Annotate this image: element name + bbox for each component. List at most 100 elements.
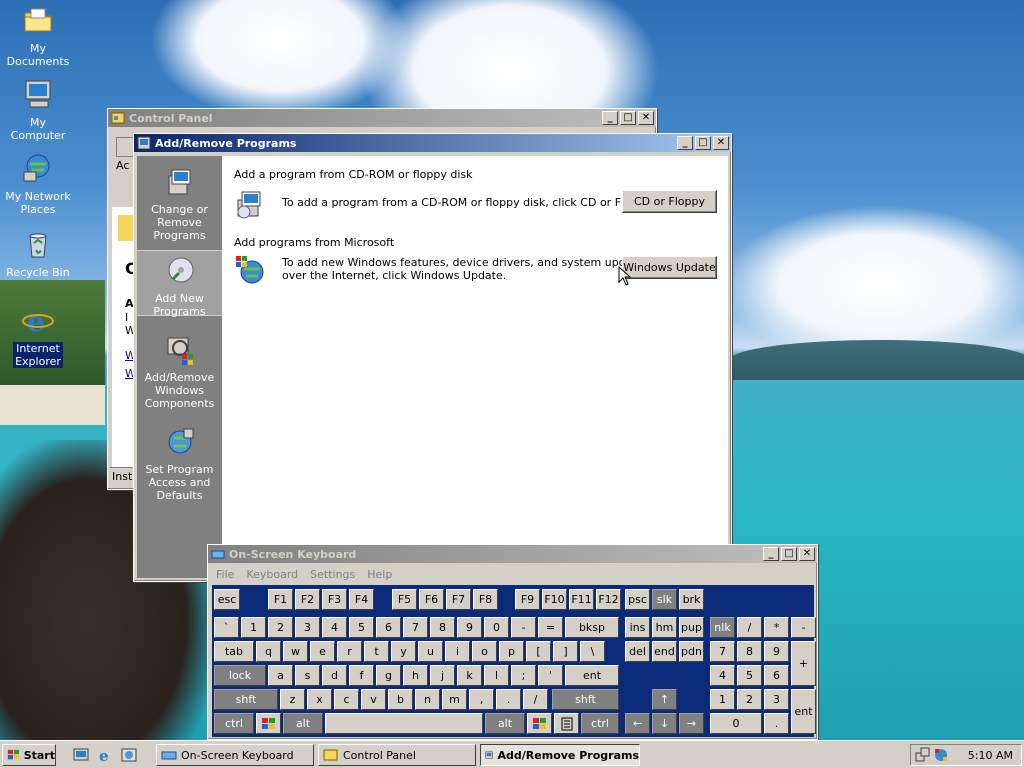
- key-q[interactable]: q: [256, 641, 281, 662]
- maximize-button[interactable]: □: [620, 111, 636, 125]
- key-num-6[interactable]: 6: [764, 665, 789, 686]
- key-left-arrow[interactable]: ←: [625, 713, 650, 734]
- key-page-down[interactable]: pdn: [679, 641, 704, 662]
- key-brk[interactable]: brk: [679, 589, 704, 610]
- minimize-button[interactable]: _: [602, 111, 618, 125]
- key-slk[interactable]: slk: [652, 589, 677, 610]
- key-left-alt[interactable]: alt: [283, 713, 323, 734]
- key-f4[interactable]: F4: [349, 589, 374, 610]
- key-z[interactable]: z: [280, 689, 305, 710]
- key-sym2-11[interactable]: ]: [553, 641, 578, 662]
- key-num-7[interactable]: 7: [710, 641, 735, 662]
- key-left-shift[interactable]: shft: [214, 689, 278, 710]
- key-f5[interactable]: F5: [392, 589, 417, 610]
- key-end[interactable]: end: [652, 641, 677, 662]
- key-9[interactable]: 9: [457, 617, 482, 638]
- key-num-8[interactable]: 8: [737, 641, 762, 662]
- key-page-up[interactable]: pup: [679, 617, 704, 638]
- key-j[interactable]: j: [430, 665, 455, 686]
- key-m[interactable]: m: [442, 689, 467, 710]
- add-remove-programs-window[interactable]: Add/Remove Programs _ □ ✕ Change or Remo…: [133, 133, 732, 582]
- key-3[interactable]: 3: [295, 617, 320, 638]
- task-control-panel[interactable]: Control Panel: [318, 744, 476, 766]
- show-desktop-icon[interactable]: [73, 747, 89, 763]
- key-right-alt[interactable]: alt: [485, 713, 525, 734]
- start-button[interactable]: Start: [2, 744, 56, 766]
- key-7[interactable]: 7: [403, 617, 428, 638]
- key-psc[interactable]: psc: [625, 589, 650, 610]
- key-f1[interactable]: F1: [268, 589, 293, 610]
- task-add-remove-programs[interactable]: Add/Remove Programs: [480, 744, 640, 766]
- desktop-icon-internet-explorer[interactable]: e Internet Explorer: [0, 304, 76, 368]
- key-x[interactable]: x: [307, 689, 332, 710]
- key-f2[interactable]: F2: [295, 589, 320, 610]
- key-s[interactable]: s: [295, 665, 320, 686]
- key-0[interactable]: 0: [484, 617, 509, 638]
- key-n[interactable]: n: [415, 689, 440, 710]
- menu-settings[interactable]: Settings: [310, 568, 355, 581]
- key-f8[interactable]: F8: [473, 589, 498, 610]
- key-tab[interactable]: tab: [214, 641, 254, 662]
- key-i[interactable]: i: [445, 641, 470, 662]
- key-4[interactable]: 4: [322, 617, 347, 638]
- key-f12[interactable]: F12: [596, 589, 621, 610]
- key-o[interactable]: o: [472, 641, 497, 662]
- key-h[interactable]: h: [403, 665, 428, 686]
- clock[interactable]: 5:10 AM: [968, 749, 1013, 762]
- key-sym3-10[interactable]: ': [538, 665, 563, 686]
- maximize-button[interactable]: □: [695, 136, 711, 150]
- key-l[interactable]: l: [484, 665, 509, 686]
- key-right-windows[interactable]: [527, 713, 552, 734]
- media-icon[interactable]: [121, 747, 137, 763]
- task-on-screen-keyboard[interactable]: On-Screen Keyboard: [156, 744, 314, 766]
- key-esc[interactable]: esc: [214, 589, 240, 610]
- key-f9[interactable]: F9: [515, 589, 540, 610]
- key-num-multiply[interactable]: *: [764, 617, 789, 638]
- key-a[interactable]: a: [268, 665, 293, 686]
- minimize-button[interactable]: _: [677, 136, 693, 150]
- key-menu[interactable]: [554, 713, 579, 734]
- key-sym-12[interactable]: =: [538, 617, 563, 638]
- key-num-lock[interactable]: nlk: [710, 617, 735, 638]
- key-num-3[interactable]: 3: [764, 689, 789, 710]
- key-u[interactable]: u: [418, 641, 443, 662]
- sidebar-item-windows-components[interactable]: Add/Remove Windows Components: [137, 330, 222, 412]
- key-space[interactable]: [325, 713, 483, 734]
- key-k[interactable]: k: [457, 665, 482, 686]
- internet-explorer-icon[interactable]: e: [97, 747, 113, 763]
- key-sym4-7[interactable]: ,: [469, 689, 494, 710]
- key-right-ctrl[interactable]: ctrl: [581, 713, 619, 734]
- key-g[interactable]: g: [376, 665, 401, 686]
- key-sym-11[interactable]: -: [511, 617, 536, 638]
- key-t[interactable]: t: [364, 641, 389, 662]
- windows-update-tray-icon[interactable]: [933, 747, 949, 763]
- key-up-arrow[interactable]: ↑: [652, 689, 677, 710]
- key-f6[interactable]: F6: [419, 589, 444, 610]
- minimize-button[interactable]: _: [763, 547, 779, 561]
- key-1[interactable]: 1: [241, 617, 266, 638]
- key-right-arrow[interactable]: →: [679, 713, 704, 734]
- key-sym2-10[interactable]: [: [526, 641, 551, 662]
- key-num-2[interactable]: 2: [737, 689, 762, 710]
- close-button[interactable]: ✕: [638, 111, 654, 125]
- key-f3[interactable]: F3: [322, 589, 347, 610]
- on-screen-keyboard-window[interactable]: On-Screen Keyboard _ □ ✕ File Keyboard S…: [207, 544, 818, 740]
- key-f[interactable]: f: [349, 665, 374, 686]
- key-8[interactable]: 8: [430, 617, 455, 638]
- sidebar-item-add-new-programs[interactable]: Add New Programs: [137, 250, 222, 318]
- key-enter[interactable]: ent: [565, 665, 619, 686]
- key-left-ctrl[interactable]: ctrl: [214, 713, 254, 734]
- control-panel-titlebar[interactable]: Control Panel _ □ ✕: [108, 109, 656, 127]
- add-remove-titlebar[interactable]: Add/Remove Programs _ □ ✕: [134, 134, 731, 152]
- key-c[interactable]: c: [334, 689, 359, 710]
- key-f10[interactable]: F10: [542, 589, 567, 610]
- desktop-icon-my-network-places[interactable]: My Network Places: [0, 152, 76, 216]
- desktop-icon-my-documents[interactable]: My Documents: [0, 4, 76, 68]
- key-d[interactable]: d: [322, 665, 347, 686]
- key-5[interactable]: 5: [349, 617, 374, 638]
- close-button[interactable]: ✕: [799, 547, 815, 561]
- key-v[interactable]: v: [361, 689, 386, 710]
- menu-keyboard[interactable]: Keyboard: [246, 568, 298, 581]
- maximize-button[interactable]: □: [781, 547, 797, 561]
- key-right-shift[interactable]: shft: [552, 689, 619, 710]
